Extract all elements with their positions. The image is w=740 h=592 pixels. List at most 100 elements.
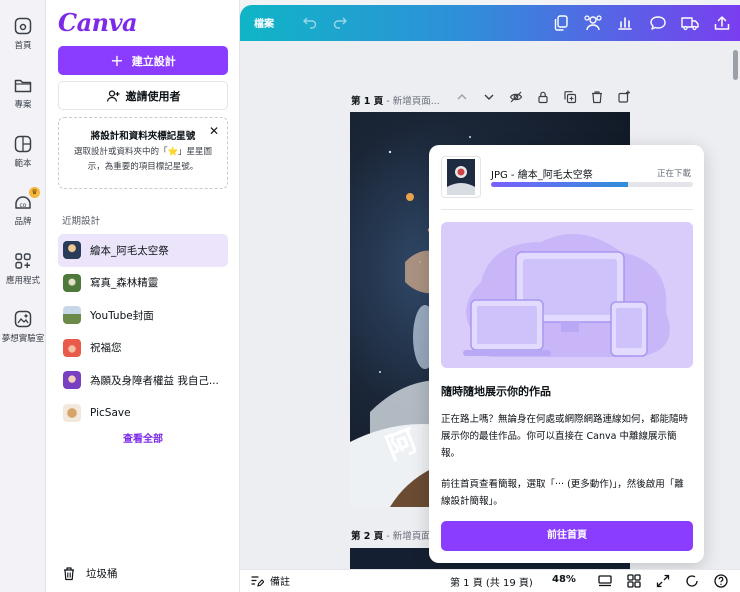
loading-spinner-icon	[686, 575, 698, 587]
invite-people-label: 邀請使用者	[125, 89, 181, 103]
page-2-number: 第 2 頁	[351, 531, 384, 542]
recent-designs-list: 繪本_阿毛太空祭 寫真_森林精靈 YouTube封面 祝福您 為願及身障者權益 …	[58, 234, 228, 429]
grid-view-icon[interactable]	[626, 573, 642, 589]
fullscreen-icon[interactable]	[655, 573, 671, 589]
lock-icon[interactable]	[536, 90, 550, 104]
notes-label: 備註	[270, 577, 290, 588]
pro-crown-badge: ♛	[29, 187, 40, 198]
popover-body-instructions: 前往首頁查看簡報，選取「··· (更多動作)」，然後啟用「離線設計簡報」。	[441, 479, 684, 507]
page-count[interactable]: 第 1 頁 (共 19 頁)	[450, 574, 533, 589]
redo-icon[interactable]	[332, 14, 348, 30]
page-view-icon[interactable]	[597, 573, 613, 589]
editor-bottom-bar: 備註 第 1 頁 (共 19 頁) 48%	[240, 569, 740, 592]
vertical-scrollbar[interactable]	[733, 50, 738, 80]
delivery-icon[interactable]	[680, 13, 700, 33]
download-status: 正在下載	[657, 169, 692, 179]
share-people-icon[interactable]	[583, 13, 603, 33]
popover-title: 隨時隨地展示你的作品	[441, 385, 551, 398]
rail-label-apps: 應用程式	[5, 276, 40, 286]
comment-icon[interactable]	[648, 13, 668, 33]
duplicate-icon[interactable]	[551, 13, 571, 33]
rail-item-dream-lab[interactable]: 夢想實驗室	[0, 308, 46, 344]
close-icon[interactable]: ✕	[209, 124, 219, 138]
rail-label-projects: 專案	[14, 100, 32, 110]
analytics-icon[interactable]	[615, 13, 635, 33]
apps-icon	[15, 253, 31, 269]
divider	[441, 209, 693, 210]
trash-label: 垃圾桶	[86, 568, 118, 580]
list-item[interactable]: 祝福您	[58, 332, 228, 365]
create-design-button[interactable]: + 建立設計	[58, 46, 228, 75]
trash-button[interactable]: 垃圾桶	[62, 566, 118, 581]
rail-item-home[interactable]: 首頁	[0, 15, 46, 51]
notes-icon	[251, 575, 264, 587]
editor-top-bar: 檔案	[240, 5, 740, 41]
list-item[interactable]: PicSave	[58, 397, 228, 430]
rail-label-dream-lab: 夢想實驗室	[1, 334, 45, 344]
undo-icon[interactable]	[302, 14, 318, 30]
tip-body: 選取設計或資料夾中的「⭐」星星圖示，為重要的項目標記星號。	[73, 147, 213, 172]
notes-button[interactable]: 備註	[250, 573, 290, 588]
plus-icon: +	[110, 51, 124, 70]
design-thumbnail	[63, 338, 81, 357]
canva-logo[interactable]: Canva	[58, 8, 138, 37]
see-all-link[interactable]: 查看全部	[46, 430, 240, 445]
rail-label-home: 首頁	[14, 41, 32, 51]
dream-lab-icon	[14, 310, 32, 328]
file-menu-button[interactable]: 檔案	[254, 15, 274, 30]
left-rail: 首頁 專案 範本 ♛ co 品牌 應用程式 夢想實驗室	[0, 0, 46, 592]
create-design-label: 建立設計	[131, 54, 176, 68]
rail-item-apps[interactable]: 應用程式	[0, 250, 46, 286]
hide-page-icon[interactable]	[509, 90, 523, 104]
design-name: 祝福您	[90, 342, 122, 355]
design-name: PicSave	[90, 406, 131, 419]
go-to-home-button[interactable]: 前往首頁	[441, 521, 693, 551]
design-name: 繪本_阿毛太空祭	[90, 244, 169, 257]
design-thumbnail	[63, 241, 81, 260]
design-name: YouTube封面	[90, 309, 154, 322]
page-1-number: 第 1 頁	[351, 96, 384, 107]
rail-item-projects[interactable]: 專案	[0, 74, 46, 110]
rail-item-templates[interactable]: 範本	[0, 133, 46, 169]
zoom-level[interactable]: 48%	[552, 574, 576, 585]
chevron-down-icon[interactable]	[482, 90, 496, 104]
delete-page-icon[interactable]	[590, 90, 604, 104]
chevron-up-icon[interactable]	[455, 90, 469, 104]
list-item[interactable]: 繪本_阿毛太空祭	[58, 234, 228, 267]
rail-item-brand[interactable]: ♛ co 品牌	[0, 187, 46, 227]
design-thumbnail	[63, 306, 81, 325]
download-progress-bar	[491, 182, 693, 187]
design-thumbnail	[63, 273, 81, 292]
list-item[interactable]: YouTube封面	[58, 299, 228, 332]
star-tip-card: 將設計和資料夾標記星號 選取設計或資料夾中的「⭐」星星圖示，為重要的項目標記星號…	[58, 117, 228, 189]
trash-icon	[64, 567, 74, 581]
add-person-icon	[106, 89, 119, 102]
home-icon	[14, 17, 32, 35]
upload-icon[interactable]	[712, 13, 732, 33]
popover-body: 正在路上嗎？無論身在何處或網際網路連線如何，都能隨時展示你的最佳作品。你可以直接…	[441, 414, 689, 459]
template-icon	[14, 135, 32, 153]
download-progress-fill	[491, 182, 629, 187]
help-icon[interactable]	[713, 573, 729, 589]
download-file-thumbnail	[441, 156, 481, 198]
list-item[interactable]: 寫真_森林精靈	[58, 267, 228, 300]
rail-label-templates: 範本	[14, 159, 32, 169]
add-page-icon[interactable]	[617, 90, 631, 104]
svg-text:co: co	[20, 202, 27, 209]
page-2-header[interactable]: 第 2 頁 - 新增頁面...	[351, 528, 440, 542]
invite-people-button[interactable]: 邀請使用者	[58, 81, 228, 110]
design-thumbnail	[63, 371, 81, 390]
design-name: 寫真_森林精靈	[90, 277, 159, 290]
side-panel: Canva + 建立設計 邀請使用者 將設計和資料夾標記星號 選取設計或資料夾中…	[46, 0, 240, 592]
design-thumbnail	[63, 403, 81, 422]
list-item[interactable]: 為願及身障者權益 我自己...	[58, 364, 228, 397]
duplicate-page-icon[interactable]	[563, 90, 577, 104]
devices-illustration	[441, 222, 693, 368]
design-name: 為願及身障者權益 我自己...	[90, 374, 219, 387]
page-1-header[interactable]: 第 1 頁 - 新增頁面...	[351, 93, 440, 107]
download-file-name: JPG - 繪本_阿毛太空祭	[491, 170, 593, 181]
page-1-title: 新增頁面...	[392, 96, 440, 107]
rail-label-brand: 品牌	[14, 217, 32, 227]
download-popover: JPG - 繪本_阿毛太空祭 正在下載 隨時隨地展示你的作品 正在路上嗎？無論身…	[429, 145, 704, 563]
folder-icon	[14, 79, 32, 93]
